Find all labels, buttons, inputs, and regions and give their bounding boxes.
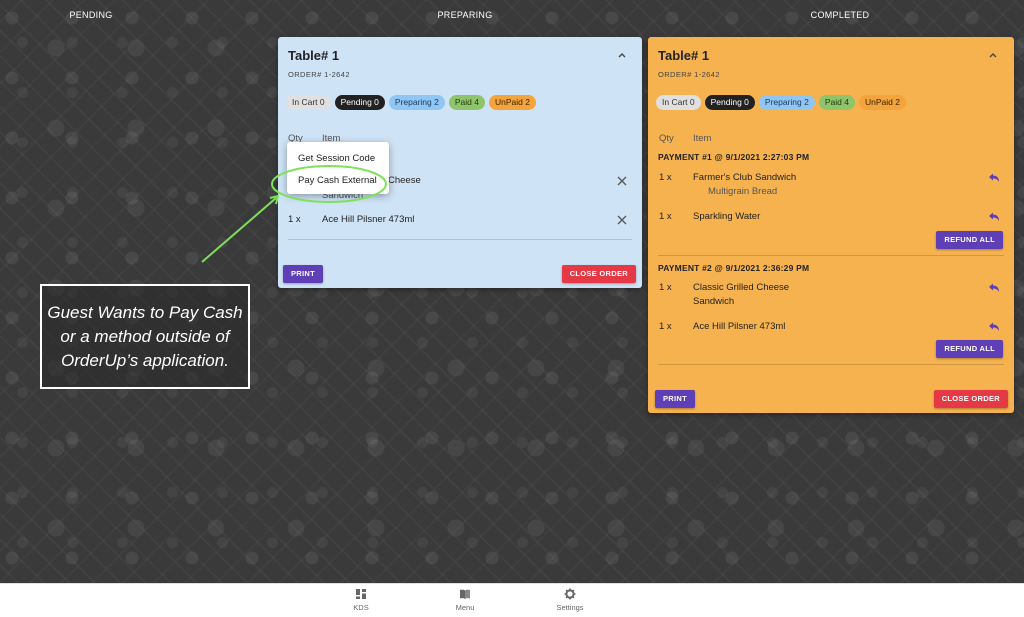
- order-number: ORDER# 1-2642: [288, 70, 350, 79]
- badge-pending[interactable]: Pending 0: [704, 95, 755, 110]
- remove-item-icon[interactable]: [617, 215, 627, 225]
- chevron-up-icon[interactable]: [987, 49, 999, 61]
- nav-item-settings[interactable]: Settings: [540, 588, 600, 612]
- refund-all-button[interactable]: REFUND ALL: [936, 231, 1003, 249]
- badge-preparing[interactable]: Preparing 2: [388, 95, 445, 110]
- menu-item-get-session-code[interactable]: Get Session Code: [298, 153, 375, 164]
- chevron-up-icon[interactable]: [616, 49, 628, 61]
- order-item-row: 1 x Classic Grilled Cheese Sandwich: [648, 282, 1014, 310]
- refund-all-button[interactable]: REFUND ALL: [936, 340, 1003, 358]
- column-header-pending: PENDING: [69, 10, 113, 20]
- status-badges: In Cart 0 Pending 0 Preparing 2 Paid 4 U…: [656, 95, 906, 110]
- order-item-row: 1 x Farmer's Club Sandwich Multigrain Br…: [648, 172, 1014, 200]
- menu-item-pay-cash-external[interactable]: Pay Cash External: [298, 175, 377, 186]
- undo-icon[interactable]: [988, 322, 1000, 332]
- item-name: Ace Hill Pilsner 473ml: [693, 321, 786, 332]
- status-badges: In Cart 0 Pending 0 Preparing 2 Paid 4 U…: [286, 95, 536, 110]
- qty-header: Qty: [659, 133, 674, 144]
- order-number: ORDER# 1-2642: [658, 70, 720, 79]
- bottom-navigation: KDS Menu Settings: [0, 583, 1024, 617]
- item-qty: 1 x: [288, 214, 301, 225]
- payment-header: PAYMENT #2 @ 9/1/2021 2:36:29 PM: [658, 263, 810, 273]
- gear-icon: [564, 588, 576, 600]
- order-item-row: 1 x Sparkling Water: [648, 211, 1014, 225]
- card-title: Table# 1: [658, 48, 710, 63]
- nav-label: Settings: [556, 603, 584, 612]
- item-sub-name: Multigrain Bread: [708, 186, 778, 197]
- badge-pending[interactable]: Pending 0: [334, 95, 385, 110]
- grid-icon: [356, 589, 366, 599]
- undo-icon[interactable]: [988, 173, 1000, 183]
- payment-header: PAYMENT #1 @ 9/1/2021 2:27:03 PM: [658, 152, 810, 162]
- item-sub-name: Sandwich: [693, 296, 735, 307]
- undo-icon[interactable]: [988, 212, 1000, 222]
- item-header: Item: [693, 133, 712, 144]
- nav-label: KDS: [353, 603, 369, 612]
- divider: [288, 239, 632, 240]
- annotation-arrow: [201, 197, 277, 263]
- card-title: Table# 1: [288, 48, 340, 63]
- item-name: Farmer's Club Sandwich: [693, 172, 797, 183]
- undo-icon[interactable]: [988, 283, 1000, 293]
- item-qty: 1 x: [659, 211, 672, 222]
- badge-in-cart[interactable]: In Cart 0: [286, 95, 331, 110]
- badge-paid[interactable]: Paid 4: [448, 95, 485, 110]
- annotation-box: Guest Wants to Pay Cash or a method outs…: [40, 284, 250, 389]
- badge-preparing[interactable]: Preparing 2: [758, 95, 815, 110]
- print-button[interactable]: PRINT: [283, 265, 323, 283]
- print-button[interactable]: PRINT: [655, 390, 695, 408]
- order-item-row: 1 x Ace Hill Pilsner 473ml: [278, 214, 642, 230]
- item-name: Sparkling Water: [693, 211, 761, 222]
- order-card-completed: Table# 1 ORDER# 1-2642 In Cart 0 Pending…: [648, 37, 1014, 413]
- item-name: Classic Grilled Cheese: [693, 282, 790, 293]
- item-qty: 1 x: [659, 321, 672, 332]
- arrow-head: [269, 194, 280, 205]
- context-menu: Get Session Code Pay Cash External: [287, 142, 389, 194]
- close-order-button[interactable]: CLOSE ORDER: [561, 265, 636, 283]
- order-item-row: 1 x Ace Hill Pilsner 473ml: [648, 321, 1014, 335]
- remove-item-icon[interactable]: [617, 176, 627, 186]
- column-header-completed: COMPLETED: [810, 10, 870, 20]
- item-name: Cheese: [388, 175, 421, 186]
- item-name: Ace Hill Pilsner 473ml: [322, 214, 415, 225]
- annotation-text: Guest Wants to Pay Cash or a method outs…: [47, 302, 243, 370]
- item-qty: 1 x: [659, 172, 672, 183]
- divider: [658, 255, 1004, 256]
- badge-unpaid[interactable]: UnPaid 2: [488, 95, 536, 110]
- badge-in-cart[interactable]: In Cart 0: [656, 95, 701, 110]
- divider: [658, 364, 1004, 365]
- nav-label: Menu: [455, 603, 475, 612]
- badge-unpaid[interactable]: UnPaid 2: [858, 95, 906, 110]
- book-icon: [460, 589, 470, 599]
- nav-item-menu[interactable]: Menu: [435, 588, 495, 612]
- close-order-button[interactable]: CLOSE ORDER: [933, 390, 1008, 408]
- column-headers: PENDING PREPARING COMPLETED: [0, 0, 1024, 30]
- item-qty: 1 x: [659, 282, 672, 293]
- badge-paid[interactable]: Paid 4: [818, 95, 855, 110]
- column-header-preparing: PREPARING: [437, 10, 493, 20]
- nav-item-kds[interactable]: KDS: [331, 588, 391, 612]
